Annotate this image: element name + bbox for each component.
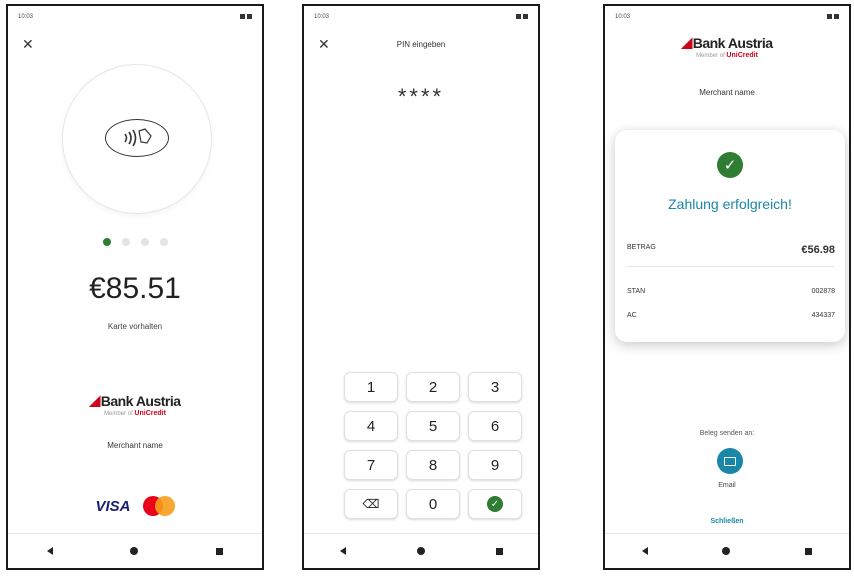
status-icons xyxy=(825,14,839,24)
pin-keypad: 1 2 3 4 5 6 7 8 9 ⌫ 0 ✓ xyxy=(344,372,522,519)
key-3[interactable]: 3 xyxy=(468,372,522,402)
home-nav-icon[interactable] xyxy=(416,547,425,555)
envelope-icon xyxy=(724,456,736,466)
status-bar: 10:03 xyxy=(18,14,252,24)
payment-amount: €85.51 xyxy=(89,272,181,305)
confirm-key[interactable]: ✓ xyxy=(468,489,522,519)
mastercard-icon xyxy=(142,496,175,516)
key-5[interactable]: 5 xyxy=(406,411,460,441)
recents-nav-icon[interactable] xyxy=(216,547,224,555)
merchant-name: Merchant name xyxy=(699,88,755,97)
key-0[interactable]: 0 xyxy=(406,489,460,519)
status-bar: 10:03 xyxy=(615,14,839,24)
visa-logo: VISA xyxy=(95,497,131,515)
back-nav-icon[interactable] xyxy=(46,547,53,555)
stan-value: 002878 xyxy=(811,288,835,295)
progress-dot xyxy=(159,238,168,246)
status-time: 10:03 xyxy=(615,14,631,20)
android-nav-bar xyxy=(8,533,262,568)
key-6[interactable]: 6 xyxy=(468,411,522,441)
pin-title: PIN eingeben xyxy=(396,40,446,49)
android-nav-bar xyxy=(304,533,538,568)
divider xyxy=(627,266,835,267)
phone-screen-pin-entry: 10:03 ✕ PIN eingeben **** 1 2 3 4 5 6 7 … xyxy=(302,4,540,570)
key-1[interactable]: 1 xyxy=(344,372,398,402)
close-link[interactable]: Schließen xyxy=(605,518,849,525)
status-icons xyxy=(514,14,528,24)
card-logos: VISA xyxy=(8,496,262,516)
key-9[interactable]: 9 xyxy=(468,450,522,480)
status-time: 10:03 xyxy=(18,14,34,20)
status-icons xyxy=(238,14,252,24)
stan-row: STAN 002878 xyxy=(627,288,835,295)
progress-dot-active xyxy=(102,238,111,246)
key-2[interactable]: 2 xyxy=(406,372,460,402)
home-nav-icon[interactable] xyxy=(130,547,139,555)
amount-value: €56.98 xyxy=(801,244,835,256)
bank-member-prefix: Member of xyxy=(104,411,133,417)
ac-row: AC 434337 xyxy=(627,312,835,319)
bank-swoosh-icon: ◢ xyxy=(681,34,692,50)
contactless-area xyxy=(62,64,212,214)
backspace-key[interactable]: ⌫ xyxy=(344,489,398,519)
bank-parent-name: UniCredit xyxy=(726,52,758,59)
close-button[interactable]: ✕ xyxy=(22,36,34,53)
merchant-name: Merchant name xyxy=(107,441,163,450)
backspace-icon: ⌫ xyxy=(362,497,380,511)
recents-nav-icon[interactable] xyxy=(804,547,812,555)
email-receipt-button[interactable] xyxy=(717,448,743,474)
key-7[interactable]: 7 xyxy=(344,450,398,480)
key-4[interactable]: 4 xyxy=(344,411,398,441)
status-bar: 10:03 xyxy=(314,14,528,24)
bank-logo: ◢ Bank Austria Member of UniCredit xyxy=(8,392,262,417)
confirm-check-icon: ✓ xyxy=(487,496,503,512)
send-receipt-label: Beleg senden an: xyxy=(699,430,755,437)
key-8[interactable]: 8 xyxy=(406,450,460,480)
contactless-icon xyxy=(105,119,169,157)
status-time: 10:03 xyxy=(314,14,330,20)
phone-screen-tap-card: 10:03 ✕ €85.51 Karte vorhalten ◢ Bank Aus… xyxy=(6,4,264,570)
instruction-text: Karte vorhalten xyxy=(107,322,163,331)
phone-screen-payment-success: 10:03 ◢ Bank Austria Member of UniCredit … xyxy=(603,4,851,570)
progress-dots xyxy=(8,238,262,246)
amount-label: BETRAG xyxy=(627,244,656,251)
pin-display: **** xyxy=(397,84,445,109)
bank-name: Bank Austria xyxy=(692,34,773,51)
progress-dot xyxy=(140,238,149,246)
success-message: Zahlung erfolgreich! xyxy=(668,196,792,212)
success-check-icon: ✓ xyxy=(717,152,743,178)
progress-dot xyxy=(121,238,130,246)
ac-value: 434337 xyxy=(811,312,835,319)
payment-result-card: ✓ Zahlung erfolgreich! BETRAG €56.98 STA… xyxy=(615,130,845,342)
bank-name: Bank Austria xyxy=(100,392,181,409)
email-label: Email xyxy=(718,482,736,489)
bank-parent-name: UniCredit xyxy=(134,410,166,417)
back-nav-icon[interactable] xyxy=(339,547,346,555)
recents-nav-icon[interactable] xyxy=(495,547,503,555)
bank-logo: ◢ Bank Austria Member of UniCredit xyxy=(605,34,849,59)
bank-member-prefix: Member of xyxy=(696,53,725,59)
ac-label: AC xyxy=(627,312,637,319)
back-nav-icon[interactable] xyxy=(642,547,649,555)
amount-row: BETRAG €56.98 xyxy=(627,244,835,256)
home-nav-icon[interactable] xyxy=(722,547,731,555)
stan-label: STAN xyxy=(627,288,646,295)
android-nav-bar xyxy=(605,533,849,568)
bank-swoosh-icon: ◢ xyxy=(89,392,100,408)
